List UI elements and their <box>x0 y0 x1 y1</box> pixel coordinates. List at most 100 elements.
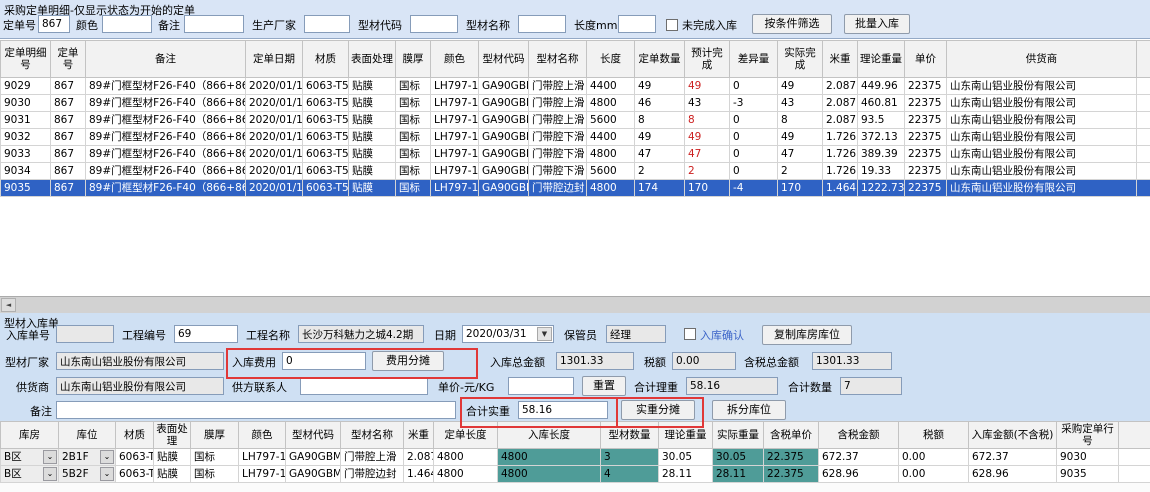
column-header[interactable]: 米重 <box>823 41 858 78</box>
cell[interactable]: 贴膜 <box>154 449 191 466</box>
supplier-contact-input[interactable] <box>300 377 428 395</box>
cell[interactable]: 4800 <box>434 449 498 466</box>
column-header[interactable]: 采购定单行号 <box>1057 422 1119 449</box>
cell[interactable]: 2020/01/13 <box>246 129 303 146</box>
column-header[interactable]: 材质 <box>116 422 154 449</box>
cell[interactable]: 山东南山铝业股份有限公司 <box>947 95 1137 112</box>
dropdown-arrow-icon[interactable]: ⌄ <box>43 450 57 464</box>
cell[interactable]: 22375 <box>905 129 947 146</box>
unfinished-checkbox[interactable] <box>666 19 678 31</box>
cell[interactable]: 国标 <box>396 95 431 112</box>
cell[interactable]: 8 <box>685 112 730 129</box>
cell[interactable] <box>1137 163 1150 180</box>
cell[interactable] <box>1137 146 1150 163</box>
table-row[interactable]: 903186789#门框型材F26-F40（866+867）2020/01/13… <box>1 112 1150 129</box>
dropdown-arrow-icon[interactable]: ⌄ <box>43 467 57 481</box>
cell[interactable]: 2020/01/13 <box>246 95 303 112</box>
cell[interactable]: 6063-T5 <box>303 78 349 95</box>
column-header[interactable]: 入库长度 <box>498 422 601 449</box>
cell[interactable] <box>1137 95 1150 112</box>
cell[interactable]: 国标 <box>191 449 239 466</box>
cell[interactable]: 5600 <box>587 112 635 129</box>
cell[interactable]: 山东南山铝业股份有限公司 <box>947 180 1137 197</box>
cell[interactable]: 49 <box>685 129 730 146</box>
cell[interactable]: 9030 <box>1057 449 1119 466</box>
cell[interactable]: 1.726 <box>823 129 858 146</box>
cell[interactable]: 28.11 <box>713 466 764 483</box>
cell[interactable]: 628.96 <box>969 466 1057 483</box>
column-header[interactable] <box>1119 422 1150 449</box>
cell[interactable]: 867 <box>51 180 86 197</box>
cell[interactable]: 9035 <box>1057 466 1119 483</box>
cell[interactable]: 4800 <box>498 449 601 466</box>
cell[interactable]: 449.96 <box>858 78 905 95</box>
order-no-input[interactable] <box>38 15 70 33</box>
cell[interactable]: 89#门框型材F26-F40（866+867） <box>86 163 246 180</box>
cell[interactable]: 22375 <box>905 112 947 129</box>
cell[interactable]: 0 <box>730 112 778 129</box>
cell[interactable]: 49 <box>778 129 823 146</box>
cell[interactable]: 6063-T5 <box>303 180 349 197</box>
cell[interactable]: 9032 <box>1 129 51 146</box>
cell[interactable]: 0.00 <box>899 449 969 466</box>
cell[interactable]: 2020/01/13 <box>246 78 303 95</box>
total-with-tax-input[interactable] <box>812 352 892 370</box>
cell[interactable] <box>1137 180 1150 197</box>
cell[interactable]: 0 <box>730 78 778 95</box>
cell[interactable]: 国标 <box>396 78 431 95</box>
filter-by-condition-button[interactable]: 按条件筛选 <box>752 14 832 34</box>
cell[interactable]: 6063-T5 <box>303 112 349 129</box>
cell[interactable]: 6063-T5 <box>303 146 349 163</box>
cell[interactable]: 47 <box>635 146 685 163</box>
dropdown-arrow-icon[interactable]: ⌄ <box>100 467 114 481</box>
cell[interactable]: 89#门框型材F26-F40（866+867） <box>86 129 246 146</box>
cell[interactable]: 4800 <box>587 180 635 197</box>
cell[interactable]: 6063-T5 <box>303 163 349 180</box>
cell[interactable] <box>1119 449 1150 466</box>
table-row[interactable]: 903386789#门框型材F26-F40（866+867）2020/01/13… <box>1 146 1150 163</box>
cell[interactable]: 4400 <box>587 78 635 95</box>
profile-name-input[interactable] <box>518 15 566 33</box>
cell[interactable]: LH797-1LL0 <box>431 112 479 129</box>
cell[interactable]: 2 <box>685 163 730 180</box>
column-header[interactable]: 定单数量 <box>635 41 685 78</box>
cell[interactable]: GA90GBM03 <box>479 95 529 112</box>
cell[interactable]: LH797-1LL0 <box>239 449 286 466</box>
cell[interactable]: 6063-T5 <box>303 129 349 146</box>
cell[interactable]: 门带腔上滑 <box>529 95 587 112</box>
cell[interactable]: 93.5 <box>858 112 905 129</box>
cell[interactable]: 0 <box>730 129 778 146</box>
reset-button[interactable]: 重置 <box>582 376 626 396</box>
cell[interactable]: 372.13 <box>858 129 905 146</box>
cell[interactable]: 2.087 <box>823 112 858 129</box>
cell[interactable] <box>1137 129 1150 146</box>
cell[interactable]: GA90GBM03 <box>286 449 341 466</box>
cell[interactable]: 867 <box>51 146 86 163</box>
table-row[interactable]: 903086789#门框型材F26-F40（866+867）2020/01/13… <box>1 95 1150 112</box>
note-input[interactable] <box>56 401 456 419</box>
cell[interactable]: 8 <box>635 112 685 129</box>
cell[interactable]: 89#门框型材F26-F40（866+867） <box>86 112 246 129</box>
cell[interactable]: 9030 <box>1 95 51 112</box>
cell[interactable]: 国标 <box>191 466 239 483</box>
cell[interactable]: 867 <box>51 129 86 146</box>
column-header[interactable]: 含税金额 <box>819 422 899 449</box>
cell[interactable]: 3 <box>601 449 659 466</box>
cell[interactable]: 389.39 <box>858 146 905 163</box>
horizontal-scrollbar[interactable]: ◄ <box>0 296 1150 313</box>
actual-weight-allocate-button[interactable]: 实重分摊 <box>621 400 695 420</box>
cell[interactable]: 30.05 <box>659 449 713 466</box>
cell[interactable]: 49 <box>635 78 685 95</box>
cell[interactable]: GA90GBM05 <box>286 466 341 483</box>
cell[interactable]: 1.464 <box>404 466 434 483</box>
cell[interactable]: 贴膜 <box>349 78 396 95</box>
cell[interactable]: 9033 <box>1 146 51 163</box>
split-location-button[interactable]: 拆分库位 <box>712 400 786 420</box>
cell[interactable]: 门带腔边封 <box>341 466 404 483</box>
cell[interactable]: 89#门框型材F26-F40（866+867） <box>86 95 246 112</box>
color-input[interactable] <box>102 15 152 33</box>
cell[interactable]: 2.087 <box>823 78 858 95</box>
cell[interactable]: 1.726 <box>823 146 858 163</box>
cell[interactable]: 国标 <box>396 180 431 197</box>
cell[interactable]: 867 <box>51 112 86 129</box>
